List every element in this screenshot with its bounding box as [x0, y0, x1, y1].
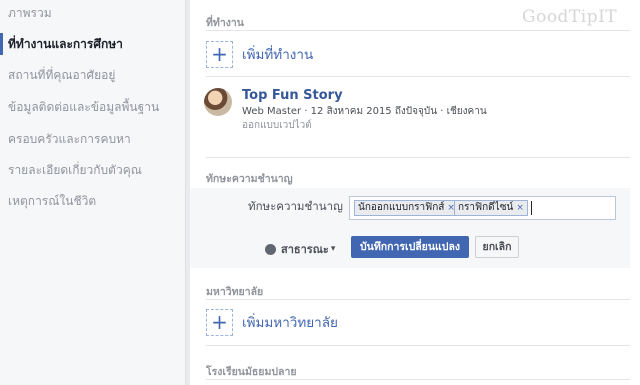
skills-input[interactable]: นักออกแบบกราฟิกส์ × กราฟิกดีไซน์ × — [349, 196, 616, 220]
college-add-divider — [206, 345, 630, 346]
skill-tag: นักออกแบบกราฟิกส์ × — [354, 200, 459, 216]
add-workplace-label: เพิ่มที่ทำงาน — [242, 47, 314, 63]
sidebar-item-contact-basic-info[interactable]: ข้อมูลติดต่อและข้อมูลพื้นฐาน — [0, 96, 186, 118]
skill-tag-label: กราฟิกดีไซน์ — [458, 202, 514, 213]
highschool-heading: โรงเรียนมัธยมปลาย — [206, 366, 297, 378]
privacy-selector[interactable]: สาธารณะ ▾ — [265, 240, 335, 258]
college-divider — [206, 299, 630, 300]
college-heading: มหาวิทยาลัย — [206, 286, 264, 298]
work-divider — [206, 30, 630, 31]
add-college-button[interactable]: + เพิ่มมหาวิทยาลัย — [206, 308, 338, 336]
skills-top-divider — [206, 157, 630, 158]
sidebar-item-family-relationships[interactable]: ครอบครัวและการคบหา — [0, 128, 186, 150]
workplace-subtitle: Web Master · 12 สิงหาคม 2015 ถึงปัจจุบัน… — [242, 106, 487, 117]
sidebar-item-work-education[interactable]: ที่ทำงานและการศึกษา — [0, 33, 186, 55]
skills-field-label: ทักษะความชำนาญ — [248, 199, 343, 213]
sidebar-item-details-about-you[interactable]: รายละเอียดเกี่ยวกับตัวคุณ — [0, 159, 186, 181]
sidebar-item-places-lived[interactable]: สถานที่ที่คุณอาศัยอยู่ — [0, 64, 186, 86]
save-changes-button[interactable]: บันทึกการเปลี่ยนแปลง — [351, 236, 469, 258]
chevron-down-icon: ▾ — [330, 244, 336, 254]
plus-icon: + — [206, 308, 233, 336]
sidebar-item-life-events[interactable]: เหตุการณ์ในชีวิต — [0, 190, 186, 212]
about-sidebar: ภาพรวม ที่ทำงานและการศึกษา สถานที่ที่คุณ… — [0, 0, 186, 385]
skill-tag: กราฟิกดีไซน์ × — [454, 200, 528, 216]
skill-tag-label: นักออกแบบกราฟิกส์ — [358, 202, 445, 213]
workplace-avatar[interactable] — [204, 88, 232, 116]
add-workplace-button[interactable]: + เพิ่มที่ทำงาน — [206, 40, 313, 68]
privacy-label: สาธารณะ — [281, 243, 329, 256]
cancel-button[interactable]: ยกเลิก — [475, 236, 519, 258]
sidebar-item-overview[interactable]: ภาพรวม — [0, 2, 186, 24]
work-add-divider — [206, 76, 630, 77]
workplace-title[interactable]: Top Fun Story — [242, 88, 343, 103]
add-college-label: เพิ่มมหาวิทยาลัย — [242, 315, 338, 331]
globe-icon — [265, 243, 276, 255]
plus-icon: + — [206, 40, 233, 68]
watermark-logo: GoodTipIT — [522, 7, 618, 27]
skills-heading: ทักษะความชำนาญ — [206, 173, 293, 185]
text-cursor — [531, 201, 532, 215]
about-main-panel: ที่ทำงาน + เพิ่มที่ทำงาน Top Fun Story W… — [190, 0, 640, 385]
workplace-detail: ออกแบบเวปไวต์ — [242, 120, 312, 131]
work-heading: ที่ทำงาน — [206, 17, 244, 29]
highschool-divider — [206, 379, 630, 380]
remove-tag-icon[interactable]: × — [516, 203, 524, 213]
